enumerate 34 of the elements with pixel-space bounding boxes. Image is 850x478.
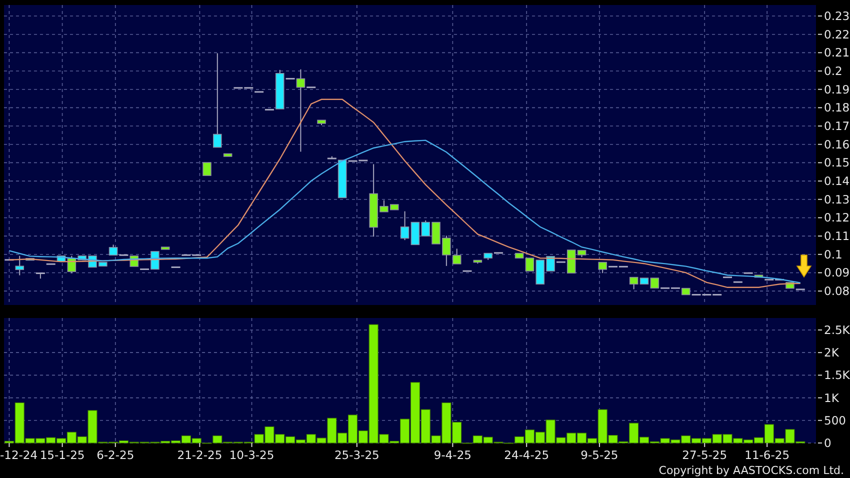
axis-label: 0.22 xyxy=(824,27,850,42)
axis-label: 0.12 xyxy=(824,210,850,225)
copyright-text: Copyright by AASTOCKS.com Ltd. xyxy=(658,464,844,476)
axis-label: 0.2 xyxy=(824,64,842,78)
axis-label: 0.14 xyxy=(824,174,850,188)
axis-label: 0.21 xyxy=(824,46,850,60)
date-label: 15-1-25 xyxy=(40,448,85,462)
axis-label: 1K xyxy=(824,390,839,405)
date-label: 25-3-25 xyxy=(334,448,380,462)
date-label: 11-6-25 xyxy=(744,448,790,462)
axis-label: 0.15 xyxy=(824,156,850,170)
axis-label: 0.11 xyxy=(824,229,850,244)
axis-label: 0.18 xyxy=(824,100,850,115)
axis-label: 0.16 xyxy=(824,137,850,152)
axis-label: 0.09 xyxy=(824,266,850,280)
axis-label: 0.17 xyxy=(824,119,850,134)
axis-label: 0 xyxy=(824,436,832,450)
axis-label: 1.5K xyxy=(824,368,850,382)
date-label: 27-5-25 xyxy=(682,448,728,462)
date-label: 21-2-25 xyxy=(177,448,222,462)
axis-label: 2.5K xyxy=(824,322,850,337)
axis-label: 0.23 xyxy=(824,9,850,23)
axis-label: 0.19 xyxy=(824,82,850,96)
axis-label: 0.1 xyxy=(824,247,842,262)
axis-label: 0.13 xyxy=(824,192,850,206)
axis-label: 500 xyxy=(824,413,846,428)
date-label: 9-5-25 xyxy=(580,448,618,462)
date-label: -12-24 xyxy=(0,448,38,462)
axis-label: 2K xyxy=(824,346,839,360)
axis-label: 0.08 xyxy=(824,284,850,298)
date-label: 24-4-25 xyxy=(504,448,550,462)
date-label: 10-3-25 xyxy=(229,448,274,462)
date-label: 6-2-25 xyxy=(96,448,134,462)
date-label: 9-4-25 xyxy=(434,448,472,462)
